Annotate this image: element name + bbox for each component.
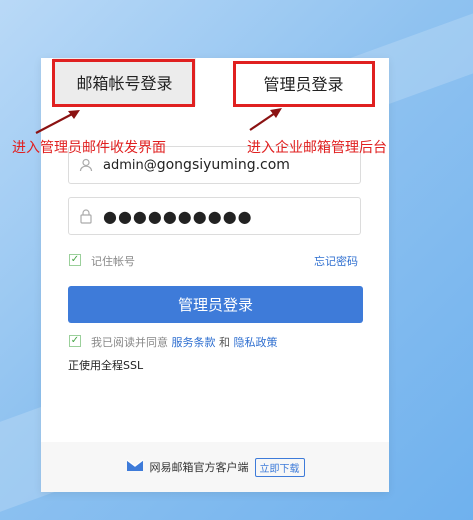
annotation-arrow-left bbox=[35, 111, 77, 134]
annotation-left-text: 进入管理员邮件收发界面 bbox=[12, 140, 166, 156]
annotation-arrows bbox=[35, 108, 282, 134]
annotation-right-text: 进入企业邮箱管理后台 bbox=[247, 140, 387, 156]
